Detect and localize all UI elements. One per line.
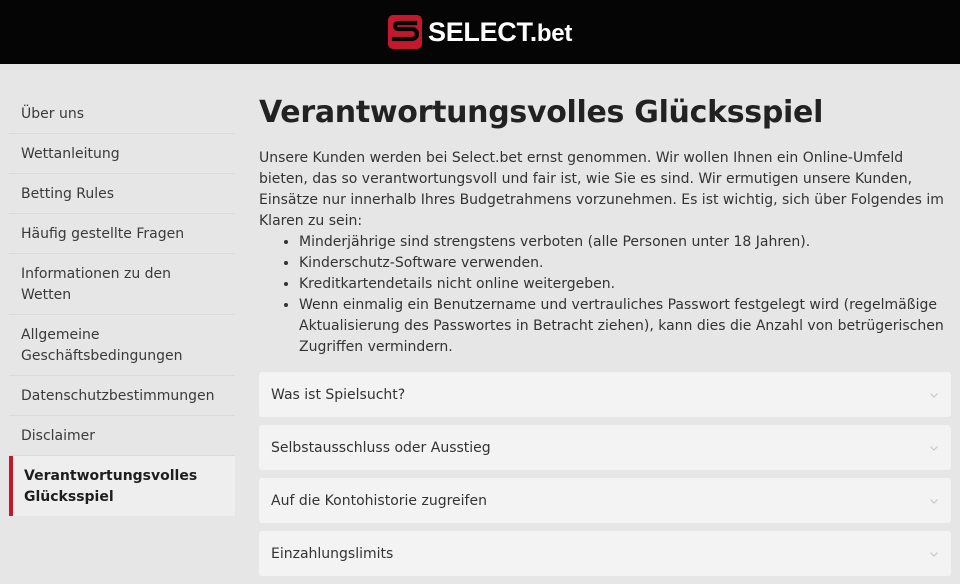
list-item: Minderjährige sind strengstens verboten … — [299, 232, 951, 253]
sidebar-item-ueber-uns[interactable]: Über uns — [9, 94, 235, 134]
sidebar-nav: Über uns Wettanleitung Betting Rules Häu… — [9, 94, 235, 516]
intro-paragraph: Unsere Kunden werden bei Select.bet erns… — [259, 150, 944, 229]
sidebar-item-disclaimer[interactable]: Disclaimer — [9, 416, 235, 456]
accordion-label: Was ist Spielsucht? — [271, 386, 406, 403]
site-logo[interactable]: SELECT.bet — [387, 15, 573, 49]
accordion-item-spielsucht[interactable]: Was ist Spielsucht? — [259, 372, 951, 417]
rules-list: Minderjährige sind strengstens verboten … — [259, 232, 951, 358]
select-s-logo-icon — [387, 15, 422, 49]
main-content: Verantwortungsvolles Glücksspiel Unsere … — [259, 94, 951, 584]
accordion-label: Einzahlungslimits — [271, 545, 394, 562]
sidebar-item-betting-rules[interactable]: Betting Rules — [9, 174, 235, 214]
sidebar-item-wettanleitung[interactable]: Wettanleitung — [9, 134, 235, 174]
logo-wordmark: SELECT.bet — [427, 16, 573, 47]
page-title: Verantwortungsvolles Glücksspiel — [259, 95, 824, 130]
list-item: Wenn einmalig ein Benutzername und vertr… — [299, 295, 951, 358]
logo-dot: . — [529, 16, 538, 47]
accordion-item-einzahlungslimits[interactable]: Einzahlungslimits — [259, 531, 951, 576]
logo-name: SELECT — [427, 16, 530, 47]
accordion-label: Auf die Kontohistorie zugreifen — [271, 492, 487, 509]
chevron-down-icon — [930, 445, 938, 451]
sidebar-item-responsible-gaming[interactable]: Verantwortungsvolles Glücksspiel — [9, 456, 235, 516]
sidebar-item-wetten-info[interactable]: Informationen zu den Wetten — [9, 254, 235, 315]
logo-suffix: bet — [536, 19, 573, 47]
sidebar-item-faq[interactable]: Häufig gestellte Fragen — [9, 214, 235, 254]
sidebar-item-datenschutz[interactable]: Datenschutzbestimmungen — [9, 376, 235, 416]
sidebar-item-agb[interactable]: Allgemeine Geschäftsbedingungen — [9, 315, 235, 376]
faq-accordion: Was ist Spielsucht? Selbstausschluss ode… — [259, 372, 951, 576]
chevron-down-icon — [930, 392, 938, 398]
accordion-item-kontohistorie[interactable]: Auf die Kontohistorie zugreifen — [259, 478, 951, 523]
top-header: SELECT.bet — [0, 0, 960, 64]
chevron-down-icon — [930, 498, 938, 504]
accordion-label: Selbstausschluss oder Ausstieg — [271, 439, 491, 456]
list-item: Kinderschutz-Software verwenden. — [299, 253, 951, 274]
accordion-item-selbstausschluss[interactable]: Selbstausschluss oder Ausstieg — [259, 425, 951, 470]
list-item: Kreditkartendetails nicht online weiterg… — [299, 274, 951, 295]
chevron-down-icon — [930, 551, 938, 557]
